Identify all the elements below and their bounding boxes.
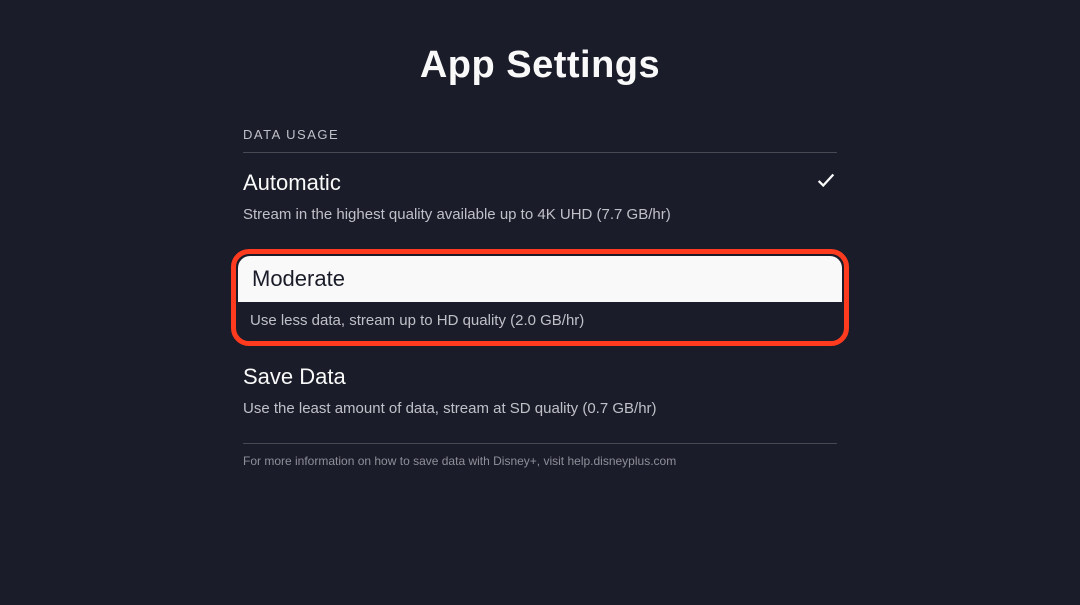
footer-text: For more information on how to save data…	[243, 454, 837, 468]
option-description: Use less data, stream up to HD quality (…	[236, 302, 844, 341]
data-usage-option-save-data[interactable]: Save Data Use the least amount of data, …	[243, 364, 837, 435]
check-icon	[815, 169, 837, 196]
section-header: DATA USAGE	[243, 127, 837, 153]
footer-divider: For more information on how to save data…	[243, 443, 837, 468]
option-title: Automatic	[243, 170, 341, 196]
data-usage-option-automatic[interactable]: Automatic Stream in the highest quality …	[243, 169, 837, 241]
page-title: App Settings	[420, 44, 660, 87]
data-usage-section: DATA USAGE Automatic Stream in the highe…	[243, 127, 837, 468]
option-description: Stream in the highest quality available …	[243, 206, 837, 223]
option-title: Moderate	[238, 256, 842, 302]
option-description: Use the least amount of data, stream at …	[243, 400, 837, 417]
data-usage-option-moderate[interactable]: Moderate Use less data, stream up to HD …	[231, 249, 849, 346]
option-title: Save Data	[243, 364, 346, 390]
